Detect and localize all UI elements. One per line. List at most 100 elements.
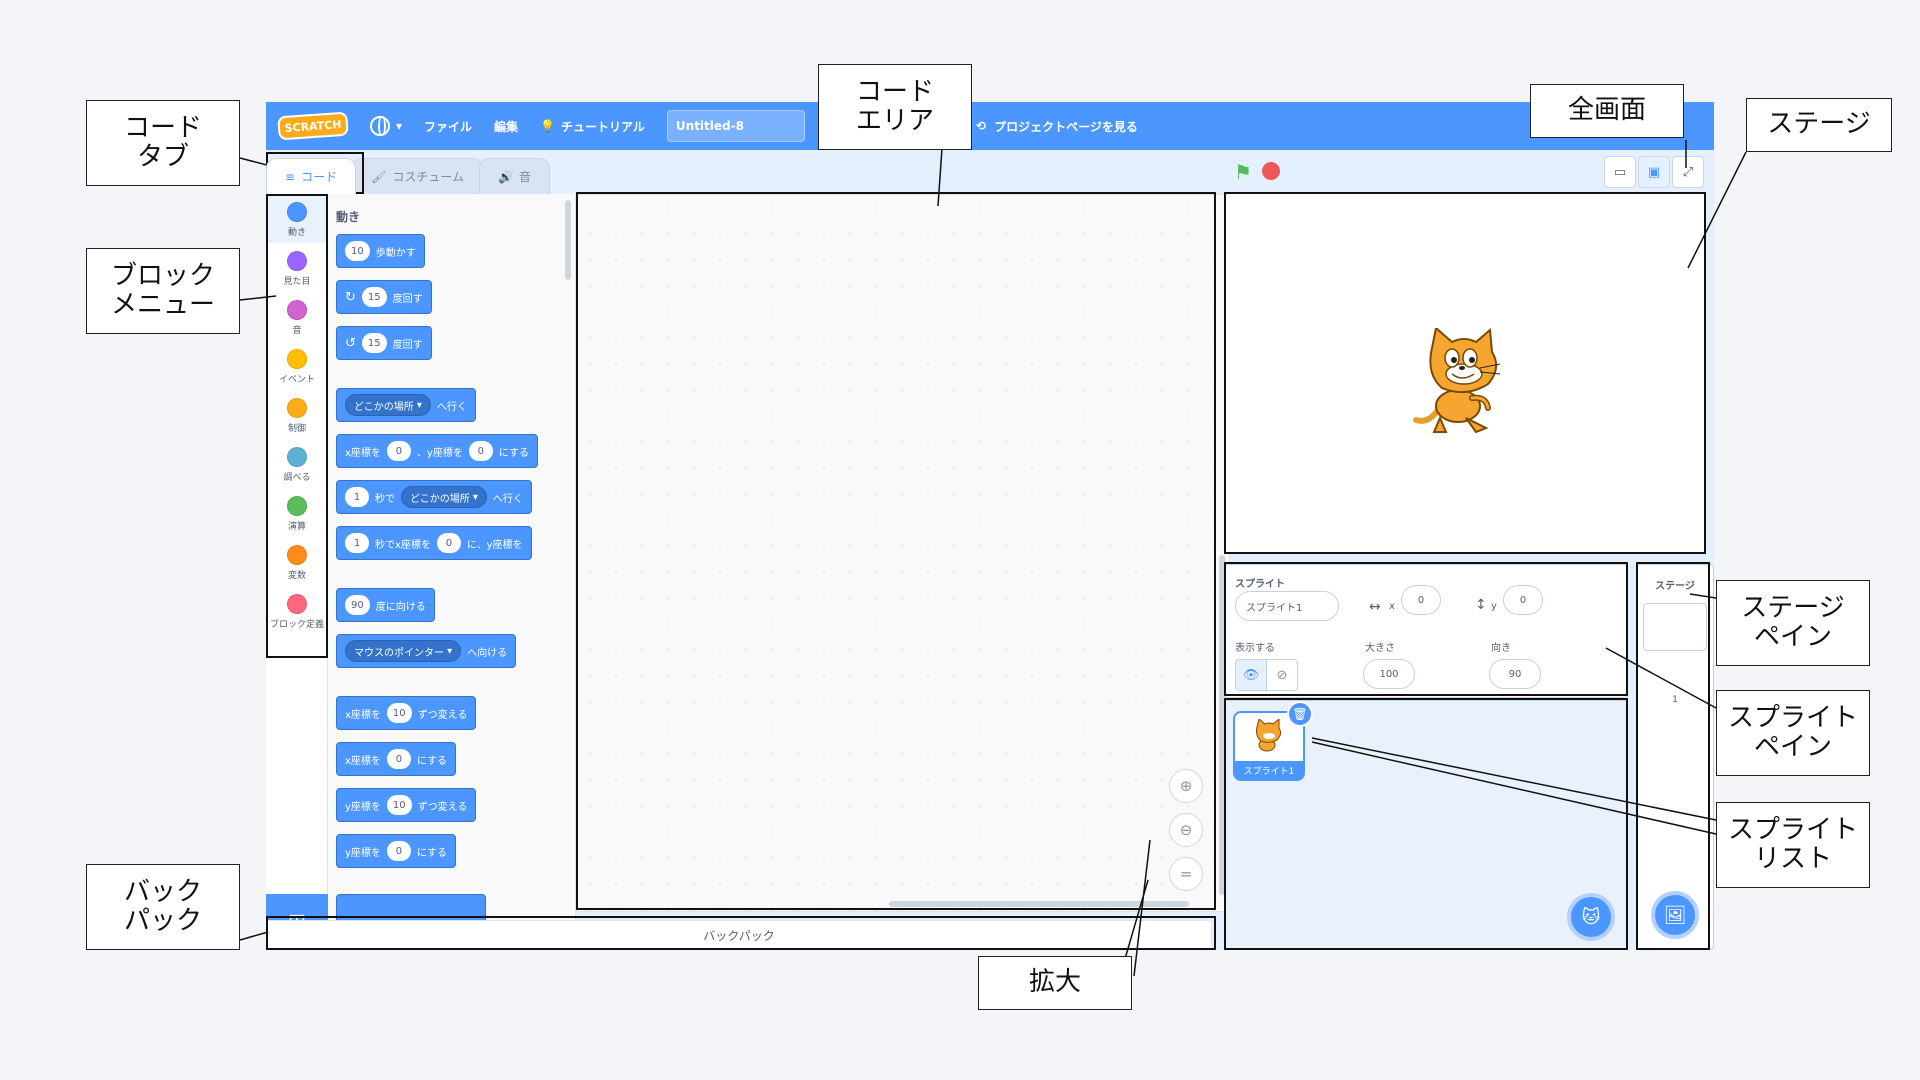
block-dropdown[interactable]: どこかの場所 ▾	[401, 486, 487, 508]
backdrop-thumbnail[interactable]	[1643, 603, 1707, 651]
block-input[interactable]: 0	[468, 441, 493, 461]
hide-visible-button[interactable]: ⊘	[1266, 659, 1298, 691]
zoom-out-button[interactable]: ⊖	[1169, 813, 1203, 847]
project-page-button[interactable]: ⟲ プロジェクトページを見る	[976, 118, 1138, 135]
block-input[interactable]: 10	[345, 241, 370, 261]
code-horizontal-scrollbar[interactable]	[889, 901, 1189, 907]
sprite-label: スプライト	[1235, 579, 1285, 590]
code-area[interactable]: ⊕ ⊖ =	[576, 194, 1230, 912]
block-input[interactable]: 0	[386, 749, 411, 769]
category-my-blocks[interactable]: ブロック定義	[266, 586, 328, 635]
block-input[interactable]: 1	[345, 533, 369, 553]
block-text: x座標を	[345, 447, 381, 459]
size-input[interactable]: 100	[1363, 659, 1415, 689]
scratch-cat-sprite[interactable]	[1410, 328, 1520, 438]
category-dot-icon	[287, 594, 307, 614]
block-text: 秒で	[375, 493, 395, 505]
category-dot-icon	[287, 447, 307, 467]
category-sound[interactable]: 音	[266, 292, 328, 341]
block-goto[interactable]: どこかの場所 ▾ へ行く	[336, 388, 476, 422]
file-menu[interactable]: ファイル	[424, 118, 472, 135]
zoom-reset-button[interactable]: =	[1169, 857, 1203, 891]
block-palette: 動き 10 歩動かす ↻ 15 度回す ↺ 15 度回す どこかの場所 ▾ へ行…	[328, 194, 576, 950]
sprite-thumbnail-image	[1256, 719, 1282, 752]
block-move-steps[interactable]: 10 歩動かす	[336, 234, 425, 268]
callout-sprite-pane: スプライト ペイン	[1716, 690, 1870, 776]
sprite-name-input[interactable]: スプライト1	[1235, 591, 1339, 621]
eye-off-icon: ⊘	[1276, 667, 1288, 683]
tab-costumes[interactable]: 🖌 コスチューム	[352, 158, 483, 194]
choose-sprite-button[interactable]: 🐱	[1567, 893, 1615, 941]
equals-icon: =	[1179, 865, 1193, 883]
category-variables[interactable]: 変数	[266, 537, 328, 586]
trash-icon: 🗑	[1292, 707, 1308, 721]
tab-code[interactable]: ≡ コード	[266, 158, 357, 194]
block-text: へ行く	[436, 401, 467, 413]
palette-scrollbar[interactable]	[565, 200, 571, 280]
direction-input[interactable]: 90	[1489, 659, 1541, 689]
block-text: にする	[416, 847, 448, 859]
category-events[interactable]: イベント	[266, 341, 328, 390]
language-menu[interactable]: ▾	[370, 116, 402, 136]
block-input[interactable]: 15	[361, 333, 387, 353]
green-flag-icon[interactable]: ⚑	[1234, 160, 1252, 184]
block-input[interactable]: 10	[386, 703, 412, 723]
tutorial-menu[interactable]: 💡 チュートリアル	[540, 118, 645, 135]
block-set-x[interactable]: x座標を 0 にする	[336, 742, 457, 776]
block-turn-right[interactable]: ↻ 15 度回す	[336, 280, 432, 314]
show-visible-button[interactable]: 👁	[1235, 659, 1267, 691]
y-position-input[interactable]: 0	[1503, 585, 1543, 615]
block-turn-left[interactable]: ↺ 15 度回す	[336, 326, 432, 360]
project-title-input[interactable]: Untitled-8	[666, 110, 805, 142]
x-position-input[interactable]: 0	[1401, 585, 1441, 615]
block-input[interactable]: 90	[345, 595, 370, 615]
category-label: 動き	[287, 228, 306, 238]
stage[interactable]	[1224, 192, 1706, 554]
large-stage-button[interactable]: ▣	[1638, 156, 1670, 188]
block-input[interactable]: 0	[436, 533, 461, 553]
block-goto-xy[interactable]: x座標を 0 、y座標を 0 にする	[336, 434, 538, 468]
large-stage-icon: ▣	[1647, 164, 1661, 180]
x-arrows-icon: ↔	[1369, 599, 1381, 615]
scratch-editor: SCRATCH ▾ ファイル 編集 💡 チュートリアル Untitled-8 ⟲…	[266, 102, 1714, 950]
block-input[interactable]: 15	[361, 287, 387, 307]
category-motion[interactable]: 動き	[266, 194, 328, 243]
category-dot-icon	[287, 545, 307, 565]
stop-icon[interactable]	[1262, 162, 1280, 180]
block-input[interactable]: 0	[386, 441, 411, 461]
block-set-y[interactable]: y座標を 0 にする	[336, 834, 457, 868]
callout-backpack: バック パック	[86, 864, 240, 950]
scratch-logo[interactable]: SCRATCH	[277, 111, 349, 141]
edit-menu[interactable]: 編集	[494, 118, 518, 135]
category-sensing[interactable]: 調べる	[266, 439, 328, 488]
delete-sprite-button[interactable]: 🗑	[1287, 701, 1313, 727]
block-text: x座標を	[345, 709, 381, 721]
block-glide[interactable]: 1 秒で どこかの場所 ▾ へ行く	[336, 480, 532, 514]
category-control[interactable]: 制御	[266, 390, 328, 439]
zoom-in-button[interactable]: ⊕	[1169, 769, 1203, 803]
block-change-y[interactable]: y座標を 10 ずつ変える	[336, 788, 477, 822]
category-looks[interactable]: 見た目	[266, 243, 328, 292]
eye-icon: 👁	[1242, 667, 1260, 683]
block-text: 歩動かす	[375, 247, 416, 259]
block-dropdown[interactable]: マウスのポインター ▾	[345, 640, 462, 662]
category-operators[interactable]: 演算	[266, 488, 328, 537]
block-input[interactable]: 10	[386, 795, 412, 815]
callout-block-menu: ブロック メニュー	[86, 248, 240, 334]
block-change-x[interactable]: x座標を 10 ずつ変える	[336, 696, 477, 730]
backpack[interactable]: バックパック	[266, 920, 1212, 950]
block-text: に、y座標を	[466, 539, 523, 551]
block-glide-xy[interactable]: 1 秒でx座標を 0 に、y座標を	[336, 526, 532, 560]
backdrop-count: 1	[1672, 695, 1678, 705]
callout-zoom: 拡大	[978, 956, 1132, 1010]
small-stage-button[interactable]: ▭	[1604, 156, 1636, 188]
block-point-direction[interactable]: 90 度に向ける	[336, 588, 435, 622]
block-input[interactable]: 1	[345, 487, 369, 507]
tab-sounds[interactable]: 🔊 音	[478, 158, 550, 194]
block-dropdown[interactable]: どこかの場所 ▾	[345, 394, 431, 416]
sprite-list: スプライト1 🗑 🐱	[1224, 700, 1628, 950]
block-point-towards[interactable]: マウスのポインター ▾ へ向ける	[336, 634, 517, 668]
block-input[interactable]: 0	[386, 841, 411, 861]
fullscreen-button[interactable]: ⤢	[1672, 156, 1704, 188]
choose-backdrop-button[interactable]: 🖼	[1651, 891, 1699, 939]
